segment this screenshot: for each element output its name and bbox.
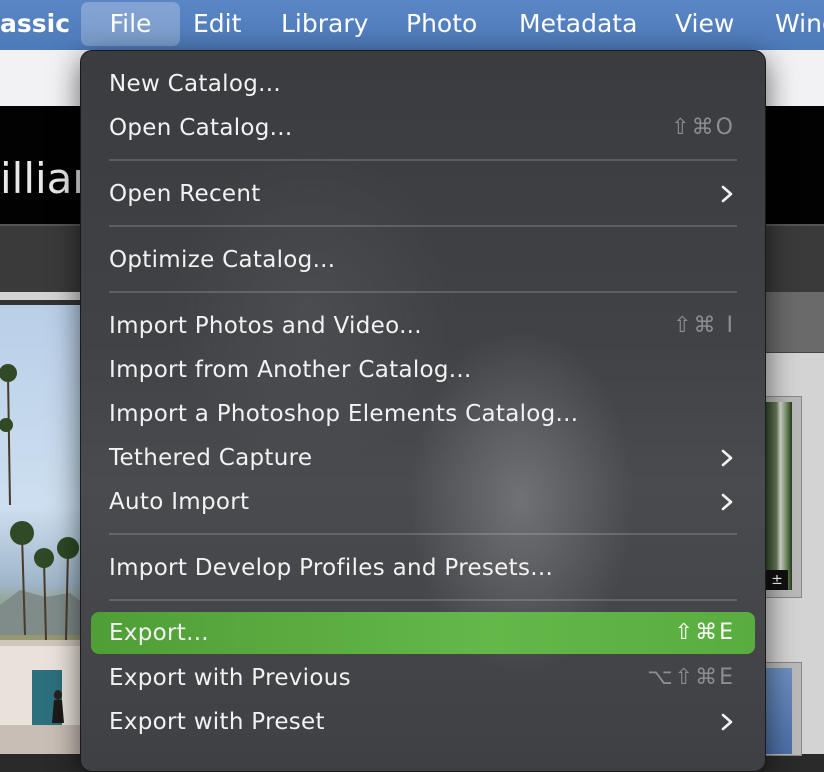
menu-item-new-catalog[interactable]: New Catalog... [91, 64, 755, 104]
menu-item-label: Tethered Capture [109, 445, 313, 471]
menu-separator [109, 599, 737, 601]
menu-item-label: Auto Import [109, 489, 250, 515]
menu-item-label: Import Develop Profiles and Presets... [109, 555, 554, 581]
menu-item-label: Export with Preset [109, 709, 325, 735]
menu-item-shortcut: ⇧⌘O [671, 115, 735, 140]
menu-item-label: Optimize Catalog... [109, 247, 336, 273]
menu-separator [109, 291, 737, 293]
menu-item-auto-import[interactable]: Auto Import [91, 482, 755, 522]
menu-item-shortcut: ⇧⌘ I [673, 313, 735, 338]
menu-edit[interactable]: Edit [193, 0, 241, 50]
thumbnail-image [766, 668, 792, 754]
menu-metadata[interactable]: Metadata [519, 0, 637, 50]
menu-item-label: Open Catalog... [109, 115, 293, 141]
menu-item-label: New Catalog... [109, 71, 281, 97]
menu-item-label: Import from Another Catalog... [109, 357, 472, 383]
menu-view[interactable]: View [675, 0, 734, 50]
filmstrip-header [764, 292, 824, 353]
menu-separator [109, 225, 737, 227]
menu-item-shortcut: ⇧⌘E [674, 620, 735, 645]
menu-bar: assic File Edit Library Photo Metadata V… [0, 0, 824, 50]
menu-item-import-elements[interactable]: Import a Photoshop Elements Catalog... [91, 394, 755, 434]
menu-separator [109, 159, 737, 161]
menu-file[interactable]: File [81, 2, 180, 46]
identity-plate-text: illiar [0, 154, 90, 203]
chevron-right-icon [721, 185, 733, 203]
menu-item-label: Open Recent [109, 181, 261, 207]
menu-separator [109, 533, 737, 535]
menu-item-optimize-catalog[interactable]: Optimize Catalog... [91, 240, 755, 280]
chevron-right-icon [721, 493, 733, 511]
edit-badge-icon: ± [766, 570, 788, 590]
menu-item-label: Import Photos and Video... [109, 313, 422, 339]
menu-app-name[interactable]: assic [0, 0, 70, 50]
menu-item-export-previous[interactable]: Export with Previous ⌥⇧⌘E [91, 658, 755, 698]
menu-item-import-catalog[interactable]: Import from Another Catalog... [91, 350, 755, 390]
file-menu: New Catalog... Open Catalog... ⇧⌘O Open … [80, 50, 766, 772]
menu-item-open-recent[interactable]: Open Recent [91, 174, 755, 214]
photo-preview[interactable] [0, 305, 80, 754]
menu-item-export[interactable]: Export... ⇧⌘E [91, 612, 755, 654]
menu-item-import-profiles[interactable]: Import Develop Profiles and Presets... [91, 548, 755, 588]
palm-trees-graphic [0, 364, 80, 754]
menu-item-label: Export with Previous [109, 665, 351, 691]
chevron-right-icon [721, 713, 733, 731]
menu-item-open-catalog[interactable]: Open Catalog... ⇧⌘O [91, 108, 755, 148]
thumbnail-image [766, 402, 792, 590]
menu-window[interactable]: Wind [775, 0, 824, 50]
menu-item-tethered-capture[interactable]: Tethered Capture [91, 438, 755, 478]
menu-item-label: Export... [109, 620, 209, 646]
menu-library[interactable]: Library [281, 0, 368, 50]
chevron-right-icon [721, 449, 733, 467]
menu-item-export-preset[interactable]: Export with Preset [91, 702, 755, 742]
menu-photo[interactable]: Photo [406, 0, 477, 50]
menu-item-shortcut: ⌥⇧⌘E [647, 665, 735, 690]
menu-item-import-photos[interactable]: Import Photos and Video... ⇧⌘ I [91, 306, 755, 346]
menu-item-label: Import a Photoshop Elements Catalog... [109, 401, 579, 427]
